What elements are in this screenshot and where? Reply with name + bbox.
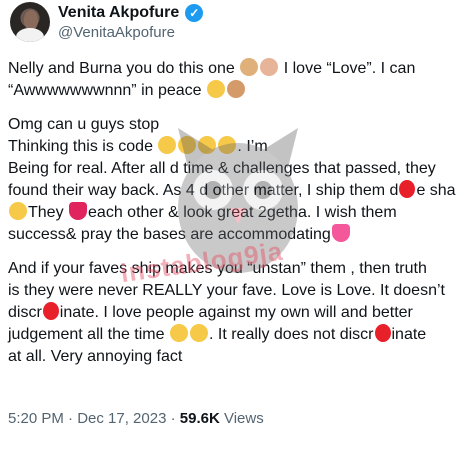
face-with-tears-of-joy-icon [198, 136, 217, 154]
tweet-paragraph-3: And if your faves ship makes you “unstan… [8, 258, 458, 368]
tweet-card: Venita Akpofure ✓ @VenitaAkpofure Nelly … [0, 0, 466, 451]
text-segment: I love “Love”. I can [283, 60, 416, 77]
hugging-face-icon [207, 80, 226, 98]
text-segment: . It really does not discr [208, 326, 374, 343]
text-segment: discr [8, 304, 42, 321]
heart-hands-icon [260, 58, 279, 76]
rofl-icon [187, 321, 211, 345]
avatar-body [16, 28, 44, 42]
text-segment: Thinking this is code [8, 138, 153, 155]
views-count: 59.6K [179, 410, 220, 427]
text-line: at all. Very annoying fact [8, 348, 183, 365]
blushing-face-icon [9, 202, 27, 220]
text-line: Being for real. After all d time & chall… [8, 160, 436, 177]
text-line: judgement all the time . It really does … [8, 321, 458, 346]
text-segment: success& pray the bases are accommodatin… [8, 226, 331, 243]
text-line: Nelly and Burna you do this one I love “… [8, 58, 458, 80]
text-segment: each other & look great 2getha. I wish t… [88, 204, 397, 221]
redaction-mark [374, 324, 391, 342]
text-line: Omg can u guys stop [8, 116, 160, 133]
tweet-text: Nelly and Burna you do this one I love “… [8, 58, 458, 380]
verified-badge-icon: ✓ [185, 4, 204, 22]
face-with-tears-of-joy-icon [158, 136, 177, 154]
red-heart-icon [69, 202, 88, 220]
clapping-hands-icon [240, 58, 259, 76]
face-with-tears-of-joy-icon [169, 324, 188, 342]
text-segment: e sha [416, 182, 456, 199]
avatar[interactable] [10, 2, 50, 42]
text-line: “Awwwwwwwnnn” in peace [8, 80, 458, 102]
text-segment: Nelly and Burna you do this one [8, 60, 235, 77]
tweet-paragraph-2: Omg can u guys stop Thinking this is cod… [8, 114, 458, 246]
author-handle[interactable]: @VenitaAkpofure [58, 24, 175, 41]
rofl-icon [175, 133, 199, 157]
text-line: is they were never REALLY your fave. Lov… [8, 282, 445, 299]
text-segment: inate [391, 326, 427, 343]
text-segment: . I’m [237, 138, 268, 155]
text-segment: judgement all the time [8, 326, 165, 343]
text-line: success& pray the bases are accommodatin… [8, 224, 458, 246]
text-line: Thinking this is code . I’m [8, 133, 458, 158]
avatar-face [24, 10, 38, 30]
tweet-timestamp[interactable]: 5:20 PM · Dec 17, 2023 · [8, 410, 180, 427]
text-line: discr inate. I love people against my own… [8, 302, 458, 324]
text-segment: “Awwwwwwwnnn” in peace [8, 82, 202, 99]
views-label: Views [219, 410, 264, 427]
text-segment: inate. I love people against my own will… [59, 304, 413, 321]
redaction-mark [399, 180, 416, 198]
text-segment: They [28, 204, 64, 221]
tweet-paragraph-1: Nelly and Burna you do this one I love “… [8, 58, 458, 102]
tweet-header: Venita Akpofure ✓ @VenitaAkpofure [8, 0, 458, 46]
name-row: Venita Akpofure ✓ [58, 4, 204, 22]
raising-hands-icon [227, 80, 246, 98]
text-line: They each other & look great 2getha. I w… [8, 202, 458, 224]
sparkling-heart-icon [331, 224, 350, 242]
text-line: found their way back. As 4 d other matte… [8, 180, 458, 202]
redaction-mark [42, 302, 59, 320]
author-name[interactable]: Venita Akpofure [58, 4, 179, 22]
tweet-meta: 5:20 PM · Dec 17, 2023 · 59.6K Views [8, 410, 264, 427]
rofl-icon [215, 133, 239, 157]
text-line: And if your faves ship makes you “unstan… [8, 260, 427, 277]
text-segment: found their way back. As 4 d other matte… [8, 182, 399, 199]
